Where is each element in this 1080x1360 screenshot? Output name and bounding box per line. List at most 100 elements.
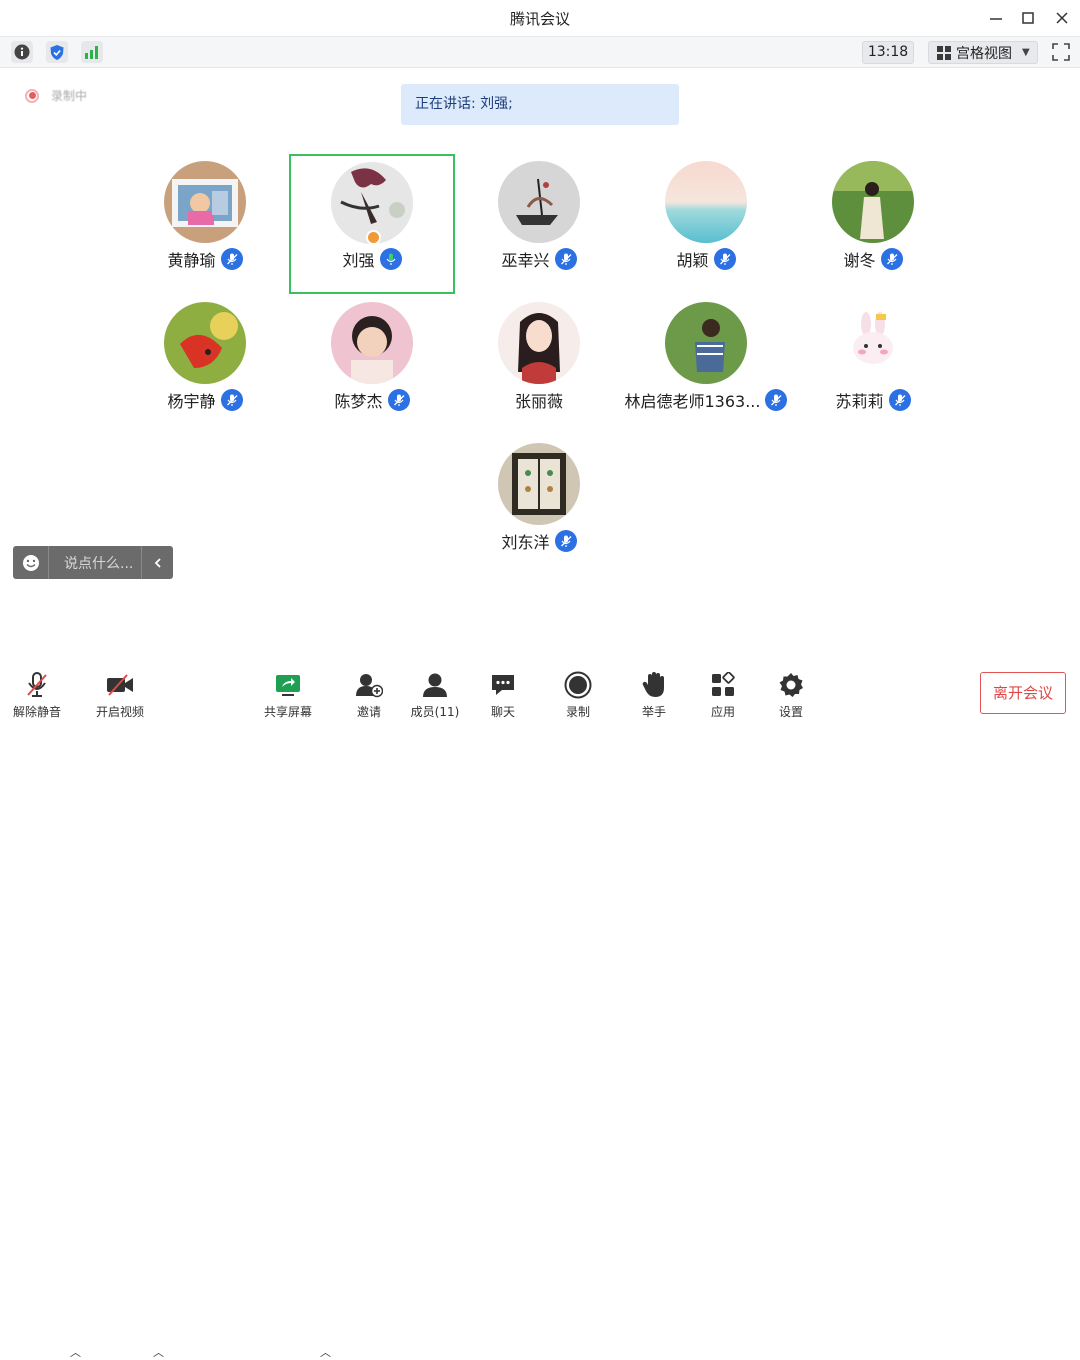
record-icon: [563, 670, 593, 700]
microphone-muted-icon: [713, 248, 736, 270]
bottom-control-bar: 解除静音 ︿ 开启视频 ︿ 共享屏幕 ︿ 邀请 成员(11) 聊天 录制 举手 …: [0, 660, 1080, 1359]
signal-icon: [85, 46, 98, 59]
info-icon: [14, 44, 30, 60]
camera-off-icon: [105, 670, 135, 700]
participant-tile[interactable]: 陈梦杰: [289, 296, 455, 436]
invite-button[interactable]: 邀请: [336, 670, 402, 722]
unmute-button[interactable]: 解除静音: [4, 670, 70, 722]
participant-tile[interactable]: 张丽薇: [456, 296, 622, 436]
avatar: [832, 302, 914, 384]
apps-button[interactable]: 应用: [690, 670, 756, 722]
participant-name: 刘东洋: [501, 533, 550, 552]
settings-button[interactable]: 设置: [758, 670, 824, 722]
recording-label: 录制中: [51, 89, 88, 103]
microphone-muted-icon: [880, 248, 903, 270]
meeting-clock: 13:18: [862, 41, 914, 64]
participant-tile-active-speaker[interactable]: 刘强: [289, 154, 455, 294]
shield-icon: [50, 44, 64, 60]
host-badge-icon: [366, 230, 381, 245]
avatar: [498, 161, 580, 243]
participant-name: 陈梦杰: [334, 392, 383, 411]
participant-tile[interactable]: 林启德老师1363...: [623, 296, 789, 436]
avatar: [665, 161, 747, 243]
participant-tile[interactable]: 巫幸兴: [456, 155, 622, 295]
participant-tile[interactable]: 谢冬: [790, 155, 956, 295]
participant-name: 胡颖: [676, 251, 709, 270]
share-options-chevron-up-icon[interactable]: ︿: [320, 1344, 331, 1360]
security-button[interactable]: [46, 41, 68, 63]
close-button[interactable]: [1050, 6, 1074, 30]
avatar: [331, 302, 413, 384]
fullscreen-icon: [1052, 43, 1070, 61]
avatar: [164, 302, 246, 384]
participant-name: 黄静瑜: [167, 251, 216, 270]
microphone-muted-icon: [765, 389, 788, 411]
apps-icon: [708, 670, 738, 700]
participant-name: 谢冬: [843, 251, 876, 270]
participant-tile[interactable]: 杨宇静: [122, 296, 288, 436]
quick-chat-bar[interactable]: 说点什么...: [13, 546, 173, 579]
microphone-muted-icon: [387, 389, 410, 411]
hand-icon: [639, 670, 669, 700]
chat-bubble-icon: [488, 670, 518, 700]
caret-down-icon: ▼: [1022, 47, 1030, 58]
audio-options-chevron-up-icon[interactable]: ︿: [70, 1344, 81, 1360]
video-options-chevron-up-icon[interactable]: ︿: [153, 1344, 164, 1360]
microphone-active-icon: [379, 248, 402, 270]
participant-tile[interactable]: 刘东洋: [456, 437, 622, 577]
meeting-toolbar: 13:18 宫格视图 ▼: [0, 36, 1080, 68]
microphone-muted-icon: [888, 389, 911, 411]
leave-meeting-button[interactable]: 离开会议: [980, 672, 1066, 714]
network-button[interactable]: [81, 41, 103, 63]
fullscreen-button[interactable]: [1051, 42, 1071, 62]
record-button[interactable]: 录制: [545, 670, 611, 722]
close-icon: [1056, 12, 1068, 24]
participant-name: 苏莉莉: [835, 392, 884, 411]
view-selector-label: 宫格视图: [956, 45, 1012, 62]
microphone-muted-icon: [220, 389, 243, 411]
grid-view-icon: [937, 45, 951, 60]
gear-icon: [776, 670, 806, 700]
avatar: [498, 443, 580, 525]
share-screen-icon: [273, 670, 303, 700]
participant-tile[interactable]: 黄静瑜: [122, 155, 288, 295]
microphone-muted-icon: [220, 248, 243, 270]
add-user-icon: [354, 670, 384, 700]
avatar: [498, 302, 580, 384]
emoji-button[interactable]: [13, 546, 49, 579]
participant-name: 林启德老师1363...: [624, 392, 761, 411]
minimize-button[interactable]: [984, 6, 1008, 30]
participant-name: 刘强: [342, 251, 375, 270]
speaking-banner: 正在讲话: 刘强;: [401, 84, 679, 125]
participant-name: 杨宇静: [167, 392, 216, 411]
view-selector[interactable]: 宫格视图 ▼: [928, 41, 1038, 64]
microphone-muted-icon: [554, 248, 577, 270]
info-button[interactable]: [11, 41, 33, 63]
chat-input[interactable]: 说点什么...: [49, 553, 141, 573]
members-icon: [420, 670, 450, 700]
avatar: [665, 302, 747, 384]
collapse-chat-button[interactable]: [141, 546, 173, 579]
maximize-button[interactable]: [1016, 6, 1040, 30]
microphone-muted-icon: [554, 530, 577, 552]
start-video-button[interactable]: 开启视频: [87, 670, 153, 722]
avatar: [832, 161, 914, 243]
minimize-icon: [990, 18, 1002, 20]
participant-tile[interactable]: 胡颖: [623, 155, 789, 295]
smiley-icon: [22, 554, 39, 571]
recording-indicator: 录制中: [25, 87, 87, 104]
maximize-icon: [1022, 12, 1034, 24]
chat-button[interactable]: 聊天: [470, 670, 536, 722]
record-dot-icon: [25, 88, 39, 103]
raise-hand-button[interactable]: 举手: [621, 670, 687, 722]
participant-name: 张丽薇: [514, 392, 563, 411]
chevron-left-icon: [154, 557, 161, 568]
title-bar: 腾讯会议: [0, 0, 1080, 36]
avatar: [164, 161, 246, 243]
window-title: 腾讯会议: [509, 10, 570, 28]
microphone-muted-icon: [22, 670, 52, 700]
participant-tile[interactable]: 苏莉莉: [790, 296, 956, 436]
members-button[interactable]: 成员(11): [402, 670, 468, 722]
share-screen-button[interactable]: 共享屏幕: [255, 670, 321, 722]
participant-name: 巫幸兴: [501, 251, 550, 270]
